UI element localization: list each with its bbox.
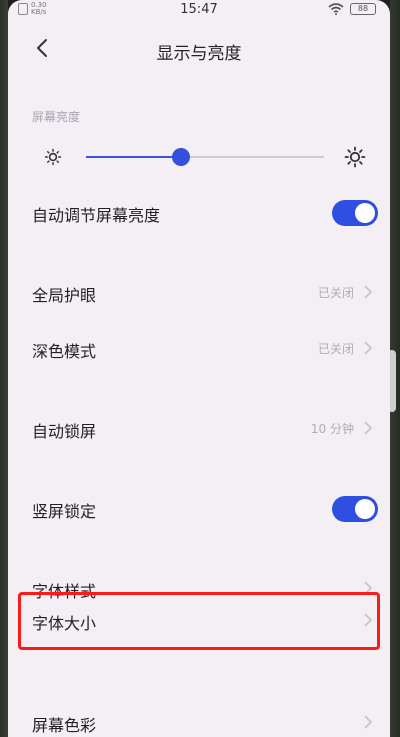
phone-bezel-left xyxy=(0,0,8,737)
auto-lock-value: 10 分钟 xyxy=(310,422,354,436)
screen-color-label: 屏幕色彩 xyxy=(32,716,97,735)
auto-brightness-label: 自动调节屏幕亮度 xyxy=(32,206,161,225)
brightness-low-icon xyxy=(44,148,62,166)
dark-mode-label: 深色模式 xyxy=(32,342,97,361)
screen-color-row[interactable]: 屏幕色彩 xyxy=(8,700,390,737)
brightness-high-icon xyxy=(344,146,366,168)
font-size-highlight-box xyxy=(18,592,380,650)
page-title: 显示与亮度 xyxy=(156,44,242,64)
eye-protection-value: 已关闭 xyxy=(317,286,354,300)
toggle-knob xyxy=(355,203,375,223)
dark-mode-value: 已关闭 xyxy=(317,342,354,356)
toggle-knob xyxy=(355,499,375,519)
auto-brightness-row[interactable]: 自动调节屏幕亮度 xyxy=(8,190,390,234)
dark-mode-row[interactable]: 深色模式 已关闭 xyxy=(8,326,390,370)
eye-protection-row[interactable]: 全局护眼 已关闭 xyxy=(8,270,390,314)
portrait-lock-row[interactable]: 竖屏锁定 xyxy=(8,486,390,530)
brightness-slider-thumb[interactable] xyxy=(172,148,191,166)
portrait-lock-label: 竖屏锁定 xyxy=(32,502,97,521)
brightness-slider[interactable] xyxy=(86,148,324,166)
chevron-right-icon xyxy=(364,715,373,729)
brightness-section-label: 屏幕亮度 xyxy=(32,110,81,124)
auto-lock-label: 自动锁屏 xyxy=(32,422,97,441)
auto-brightness-toggle[interactable] xyxy=(332,200,378,226)
eye-protection-label: 全局护眼 xyxy=(32,286,97,305)
page-header: 显示与亮度 xyxy=(8,30,390,70)
phone-frame: 0.30 KB/s 15:47 88 显示与亮度 屏幕亮度 自动调节屏幕亮度 全… xyxy=(0,0,400,737)
chevron-right-icon xyxy=(364,285,373,299)
brightness-slider-row xyxy=(8,140,390,174)
brightness-slider-fill xyxy=(86,156,182,158)
auto-lock-row[interactable]: 自动锁屏 10 分钟 xyxy=(8,406,390,450)
status-bar: 0.30 KB/s 15:47 88 xyxy=(8,0,390,22)
battery-icon: 88 xyxy=(350,3,376,15)
chevron-right-icon xyxy=(364,421,373,435)
settings-screen: 0.30 KB/s 15:47 88 显示与亮度 屏幕亮度 自动调节屏幕亮度 全… xyxy=(8,0,390,737)
battery-level: 88 xyxy=(357,4,369,13)
status-bar-right: 88 xyxy=(328,3,376,15)
portrait-lock-toggle[interactable] xyxy=(332,496,378,522)
wifi-icon xyxy=(328,3,344,15)
chevron-right-icon xyxy=(364,341,373,355)
